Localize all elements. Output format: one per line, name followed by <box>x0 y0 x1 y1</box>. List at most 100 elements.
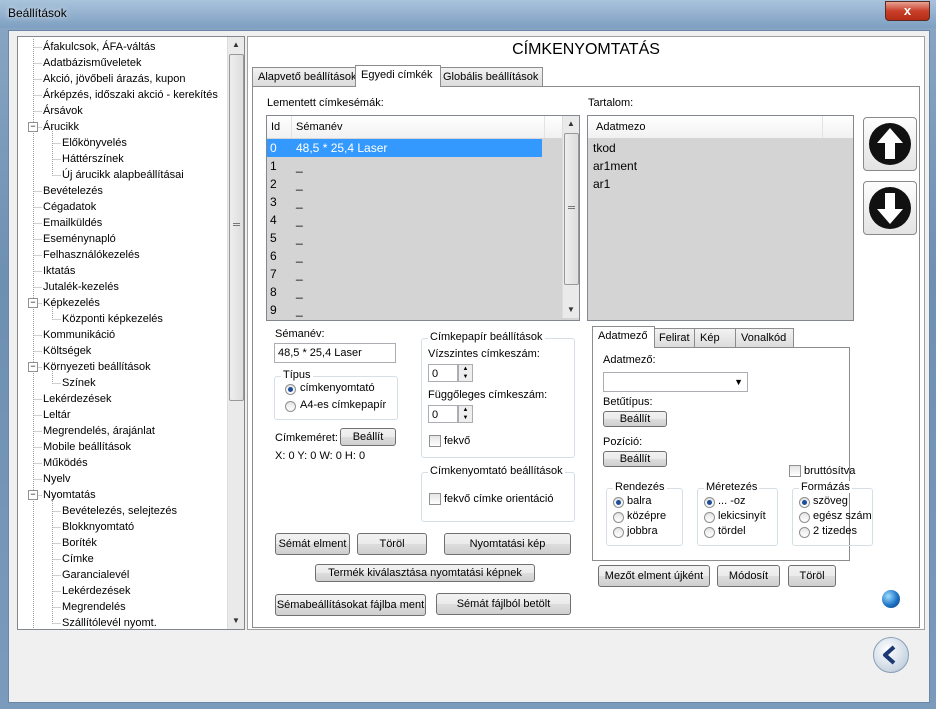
title-bar[interactable]: Beállítások x <box>0 0 936 28</box>
tree-item[interactable]: Jutalék-kezelés <box>43 279 119 295</box>
back-button[interactable] <box>873 637 909 673</box>
tree-item[interactable]: Lekérdezések <box>43 391 112 407</box>
tree-item[interactable]: Adatbázisműveletek <box>43 55 141 71</box>
tree-item[interactable]: Blokknyomtató <box>62 519 134 535</box>
type-label-printer-radio[interactable] <box>285 384 296 395</box>
table-row[interactable]: 6 _ <box>267 247 559 265</box>
format-radio[interactable] <box>799 497 810 508</box>
landscape-checkbox[interactable] <box>429 435 441 447</box>
tree-item[interactable]: Színek <box>62 375 96 391</box>
tree-item[interactable]: Költségek <box>43 343 91 359</box>
scroll-thumb[interactable] <box>229 54 244 401</box>
type-a4-radio[interactable] <box>285 401 296 412</box>
col-name[interactable]: Sémanév <box>292 116 545 138</box>
table-row[interactable]: 5 _ <box>267 229 559 247</box>
tree-item[interactable]: Nyomtatás <box>43 487 96 503</box>
tree-expander-icon[interactable]: − <box>28 490 38 500</box>
tab-caption[interactable]: Felirat <box>653 328 700 347</box>
tree-item[interactable]: Leltár <box>43 407 71 423</box>
tree-item[interactable]: Előkönyvelés <box>62 135 127 151</box>
tree-item[interactable]: Címke <box>62 551 94 567</box>
tab-global[interactable]: Globális beállítások <box>437 67 543 86</box>
tree-item[interactable]: Felhasználókezelés <box>43 247 140 263</box>
tree-item[interactable]: Megrendelés <box>62 599 126 615</box>
scroll-up-arrow-icon[interactable]: ▲ <box>563 116 579 132</box>
scroll-up-arrow-icon[interactable]: ▲ <box>228 37 244 53</box>
tree-item[interactable]: Lekérdezések <box>62 583 131 599</box>
scroll-down-arrow-icon[interactable]: ▼ <box>563 302 579 318</box>
globe-icon[interactable] <box>882 590 900 608</box>
table-row[interactable]: 1 _ <box>267 157 559 175</box>
tree-item[interactable]: Mobile beállítások <box>43 439 131 455</box>
tree-item[interactable]: Bevételezés <box>43 183 103 199</box>
save-to-file-button[interactable]: Sémabeállításokat fájlba ment <box>275 594 426 616</box>
table-row[interactable]: 3 _ <box>267 193 559 211</box>
horizontal-count-input[interactable]: 0 <box>428 364 458 382</box>
scroll-down-arrow-icon[interactable]: ▼ <box>228 613 244 629</box>
sizing-radio[interactable] <box>704 497 715 508</box>
vertical-count-input[interactable]: 0 <box>428 405 458 423</box>
table-row[interactable]: 7 _ <box>267 265 559 283</box>
content-grid[interactable]: Adatmezo tkod ar1ment ar1 <box>587 115 854 321</box>
modify-field-button[interactable]: Módosít <box>717 565 780 587</box>
col-field[interactable]: Adatmezo <box>592 116 823 138</box>
align-radio[interactable] <box>613 512 624 523</box>
col-id[interactable]: Id <box>267 116 292 138</box>
tree-scrollbar[interactable]: ▲ ▼ <box>227 37 244 629</box>
tab-barcode[interactable]: Vonalkód <box>735 328 794 347</box>
tree-item[interactable]: Akció, jövőbeli árazás, kupon <box>43 71 185 87</box>
tree-item[interactable]: Háttérszínek <box>62 151 124 167</box>
tab-custom-labels[interactable]: Egyedi címkék <box>355 65 441 87</box>
tree-item[interactable]: Megrendelés, árajánlat <box>43 423 155 439</box>
tree-item[interactable]: Emailküldés <box>43 215 102 231</box>
load-from-file-button[interactable]: Sémát fájlból betölt <box>436 593 571 615</box>
font-set-button[interactable]: Beállít <box>603 411 667 427</box>
tree-item[interactable]: Boríték <box>62 535 97 551</box>
tab-image[interactable]: Kép <box>694 328 737 347</box>
list-item[interactable]: ar1ment <box>588 157 851 175</box>
tab-field[interactable]: Adatmező <box>592 326 655 348</box>
table-row[interactable]: 2 _ <box>267 175 559 193</box>
tree-expander-icon[interactable]: − <box>28 298 38 308</box>
table-row[interactable]: 4 _ <box>267 211 559 229</box>
tree-item[interactable]: Képkezelés <box>43 295 100 311</box>
tree-item[interactable]: Árképzés, időszaki akció - kerekítés <box>43 87 218 103</box>
gross-checkbox[interactable] <box>789 465 801 477</box>
spin-down-icon[interactable]: ▼ <box>459 373 472 381</box>
close-button[interactable]: x <box>885 1 930 21</box>
align-radio[interactable] <box>613 527 624 538</box>
list-item[interactable]: ar1 <box>588 175 851 193</box>
tree-item[interactable]: Bevételezés, selejtezés <box>62 503 177 519</box>
label-size-set-button[interactable]: Beállít <box>340 428 396 446</box>
move-up-button[interactable] <box>863 117 917 171</box>
scroll-thumb[interactable] <box>564 133 579 285</box>
tree-item[interactable]: Szállítólevél nyomt. <box>62 615 157 629</box>
delete-schema-button[interactable]: Töröl <box>357 533 427 555</box>
tree-item[interactable]: Iktatás <box>43 263 75 279</box>
horizontal-count-spinner[interactable]: ▲ ▼ <box>458 364 473 382</box>
tree-item[interactable]: Kommunikáció <box>43 327 115 343</box>
align-radio[interactable] <box>613 497 624 508</box>
tree-item[interactable]: Garancialevél <box>62 567 129 583</box>
spin-up-icon[interactable]: ▲ <box>459 406 472 414</box>
tree-item[interactable]: Áfakulcsok, ÁFA-váltás <box>43 39 156 55</box>
table-row[interactable]: 9 _ <box>267 301 559 319</box>
tree-item[interactable]: Működés <box>43 455 88 471</box>
tree-item[interactable]: Cégadatok <box>43 199 96 215</box>
table-row[interactable]: 0 48,5 * 25,4 Laser <box>267 139 542 157</box>
format-radio[interactable] <box>799 512 810 523</box>
sizing-radio[interactable] <box>704 512 715 523</box>
save-schema-button[interactable]: Sémát elment <box>275 533 350 555</box>
tree-item[interactable]: Új árucikk alapbeállításai <box>62 167 184 183</box>
select-product-button[interactable]: Termék kiválasztása nyomtatási képnek <box>315 564 535 582</box>
format-radio[interactable] <box>799 527 810 538</box>
delete-field-button[interactable]: Töröl <box>788 565 836 587</box>
tree-item[interactable]: Ársávok <box>43 103 83 119</box>
tree-expander-icon[interactable]: − <box>28 122 38 132</box>
orientation-checkbox[interactable] <box>429 493 441 505</box>
save-field-as-new-button[interactable]: Mezőt elment újként <box>598 565 710 587</box>
tree-item[interactable]: Eseménynapló <box>43 231 116 247</box>
tree-expander-icon[interactable]: − <box>28 362 38 372</box>
vertical-count-spinner[interactable]: ▲ ▼ <box>458 405 473 423</box>
schemas-scrollbar[interactable]: ▲ ▼ <box>562 116 579 318</box>
